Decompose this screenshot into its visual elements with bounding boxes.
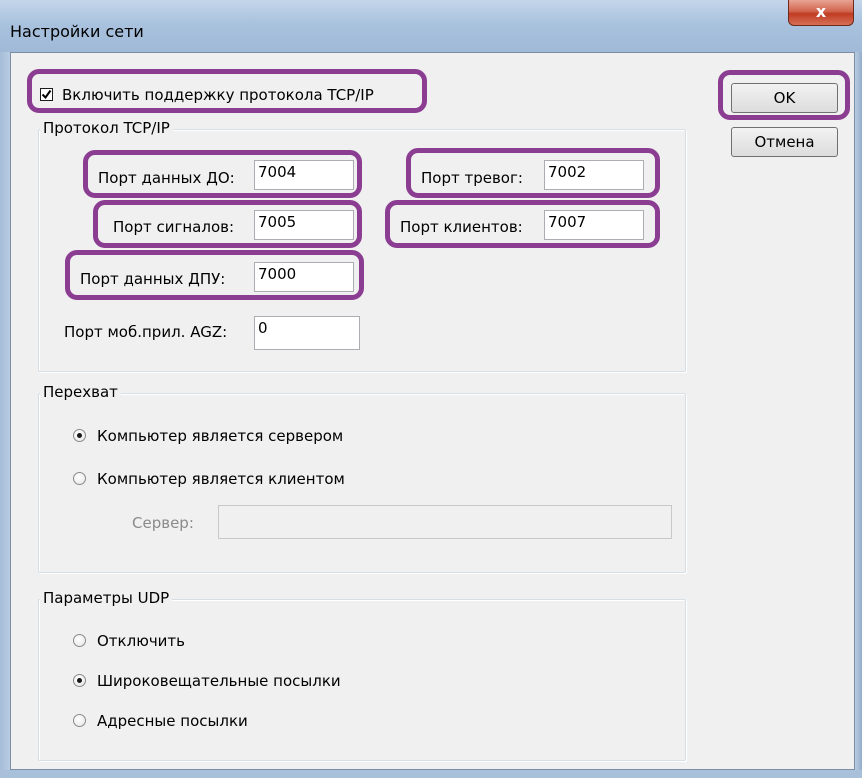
intercept-server-label[interactable]: Компьютер является сервером [97,427,343,445]
close-icon: x [815,2,827,21]
signal-port-input[interactable]: 7005 [254,210,354,240]
signal-port-label: Порт сигналов: [113,218,235,236]
udp-broadcast-radio[interactable] [73,674,86,687]
settings-dialog: Настройки сети x Включить поддержку прот… [0,0,862,778]
udp-address-radio[interactable] [73,714,86,727]
mobile-port-input[interactable]: 0 [254,316,360,350]
radio-selected-dot [77,678,82,683]
alarm-port-label: Порт тревог: [421,169,523,187]
udp-address-label[interactable]: Адресные посылки [97,712,248,730]
client-port-label: Порт клиентов: [400,218,523,236]
alarm-port-input[interactable]: 7002 [544,160,644,190]
cancel-button[interactable]: Отмена [731,127,838,157]
udp-off-label[interactable]: Отключить [97,632,185,650]
server-input[interactable] [218,505,672,539]
intercept-server-radio[interactable] [73,429,86,442]
tcp-group-title: Протокол TCP/IP [40,119,173,137]
close-button[interactable]: x [788,0,854,26]
udp-group-title: Параметры UDP [40,589,173,607]
mobile-port-label: Порт моб.прил. AGZ: [64,323,228,341]
window-frame-left [0,52,10,778]
data-do-port-label: Порт данных ДО: [98,169,235,187]
checkmark-icon [41,89,52,100]
udp-off-radio[interactable] [73,634,86,647]
data-dpu-port-input[interactable]: 7000 [254,262,354,292]
server-label: Сервер: [132,514,194,532]
radio-selected-dot [77,433,82,438]
enable-tcp-label[interactable]: Включить поддержку протокола TCP/IP [62,86,374,104]
enable-tcp-checkbox[interactable] [40,88,53,101]
intercept-group-title: Перехват [40,383,121,401]
window-frame-bottom [0,770,862,778]
window-frame-right [855,52,862,778]
intercept-client-label[interactable]: Компьютер является клиентом [97,470,345,488]
data-do-port-input[interactable]: 7004 [254,160,354,190]
window-title: Настройки сети [10,22,144,41]
ok-button[interactable]: OK [731,83,838,113]
title-bar[interactable]: Настройки сети x [0,0,862,52]
udp-broadcast-label[interactable]: Широковещательные посылки [97,672,341,690]
client-port-input[interactable]: 7007 [544,210,644,240]
data-dpu-port-label: Порт данных ДПУ: [80,270,226,288]
intercept-client-radio[interactable] [73,472,86,485]
